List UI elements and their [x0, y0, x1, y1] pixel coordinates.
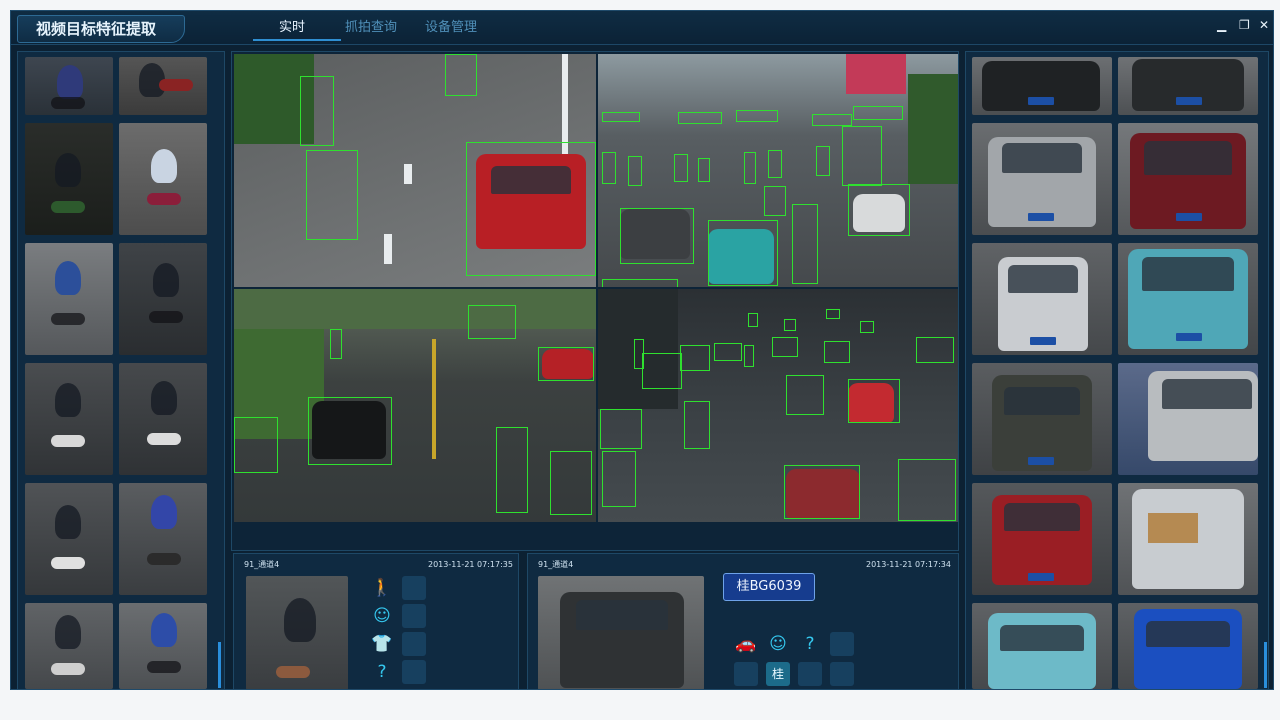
video-view-street[interactable]: [234, 54, 596, 287]
video-view-residential[interactable]: [234, 289, 596, 522]
person-capture-thumb[interactable]: [119, 483, 207, 595]
plate-icon[interactable]: 桂: [766, 662, 790, 686]
vehicle-capture-thumb[interactable]: [972, 243, 1112, 355]
vehicle-capture-thumb[interactable]: [1118, 57, 1258, 115]
person-capture-thumb[interactable]: [119, 57, 207, 115]
person-icon[interactable]: 🚶: [370, 576, 394, 600]
vehicle-capture-thumb[interactable]: [1118, 603, 1258, 689]
person-capture-thumb[interactable]: [119, 603, 207, 689]
capture-timestamp: 2013-11-21 07:17:35: [428, 560, 513, 569]
person-detail-panel: 91_通道4 2013-11-21 07:17:35 🚶 ☺ 👕 ?: [233, 553, 519, 689]
attribute-slot[interactable]: [402, 576, 426, 600]
video-view-intersection[interactable]: [598, 289, 958, 522]
vehicle-capture-thumb[interactable]: [1118, 483, 1258, 595]
person-capture-panel: [17, 51, 225, 689]
person-capture-thumb[interactable]: [119, 123, 207, 235]
close-button[interactable]: ✕: [1259, 17, 1269, 33]
vehicle-capture-thumb[interactable]: [972, 483, 1112, 595]
vehicle-capture-thumb[interactable]: [972, 123, 1112, 235]
attribute-slot[interactable]: [402, 632, 426, 656]
app-title: 视频目标特征提取: [17, 15, 185, 43]
person-capture-thumb[interactable]: [25, 603, 113, 689]
tab-capture-query[interactable]: 抓拍查询: [345, 18, 397, 38]
scrollbar-thumb[interactable]: [1264, 642, 1267, 688]
vehicle-capture-image[interactable]: [538, 576, 704, 689]
question-icon[interactable]: ?: [370, 660, 394, 684]
vehicle-capture-thumb[interactable]: [972, 57, 1112, 115]
attribute-slot[interactable]: [402, 604, 426, 628]
minimize-button[interactable]: ▁: [1217, 17, 1226, 33]
restore-button[interactable]: ❐: [1239, 17, 1250, 33]
video-grid-panel: [231, 51, 959, 591]
vehicle-capture-thumb[interactable]: [972, 363, 1112, 475]
vehicle-capture-thumb[interactable]: [1118, 123, 1258, 235]
person-capture-thumb[interactable]: [25, 57, 113, 115]
plate-number-badge: 桂BG6039: [723, 573, 815, 601]
vehicle-capture-thumb[interactable]: [972, 603, 1112, 689]
face-icon[interactable]: ☺: [370, 604, 394, 628]
vehicle-capture-thumb[interactable]: [1118, 363, 1258, 475]
capture-timestamp: 2013-11-21 07:17:34: [866, 560, 951, 569]
attribute-slot[interactable]: [830, 662, 854, 686]
app-window: 视频目标特征提取 实时 抓拍查询 设备管理 ▁ ❐ ✕ 91_通道4 2013-…: [10, 10, 1274, 690]
active-tab-indicator: [253, 39, 341, 41]
person-capture-thumb[interactable]: [25, 243, 113, 355]
person-capture-thumb[interactable]: [25, 123, 113, 235]
question-icon[interactable]: ?: [798, 632, 822, 656]
attribute-slot[interactable]: [734, 662, 758, 686]
tab-device-management[interactable]: 设备管理: [425, 18, 477, 38]
shirt-icon[interactable]: 👕: [370, 632, 394, 656]
car-icon[interactable]: 🚗: [734, 632, 758, 656]
video-view-crossing[interactable]: [598, 54, 958, 287]
person-capture-image[interactable]: [246, 576, 348, 689]
scrollbar-thumb[interactable]: [218, 642, 221, 688]
camera-label: 91_通道4: [538, 560, 574, 569]
person-capture-thumb[interactable]: [119, 243, 207, 355]
attribute-slot[interactable]: [402, 660, 426, 684]
person-capture-thumb[interactable]: [119, 363, 207, 475]
vehicle-capture-panel: [965, 51, 1269, 689]
person-capture-thumb[interactable]: [25, 483, 113, 595]
driver-icon[interactable]: ☺: [766, 632, 790, 656]
attribute-slot[interactable]: [798, 662, 822, 686]
person-capture-thumb[interactable]: [25, 363, 113, 475]
camera-label: 91_通道4: [244, 560, 280, 569]
vehicle-capture-thumb[interactable]: [1118, 243, 1258, 355]
tab-realtime[interactable]: 实时: [279, 18, 305, 38]
title-bar: 视频目标特征提取 实时 抓拍查询 设备管理 ▁ ❐ ✕: [11, 11, 1273, 45]
attribute-slot[interactable]: [830, 632, 854, 656]
